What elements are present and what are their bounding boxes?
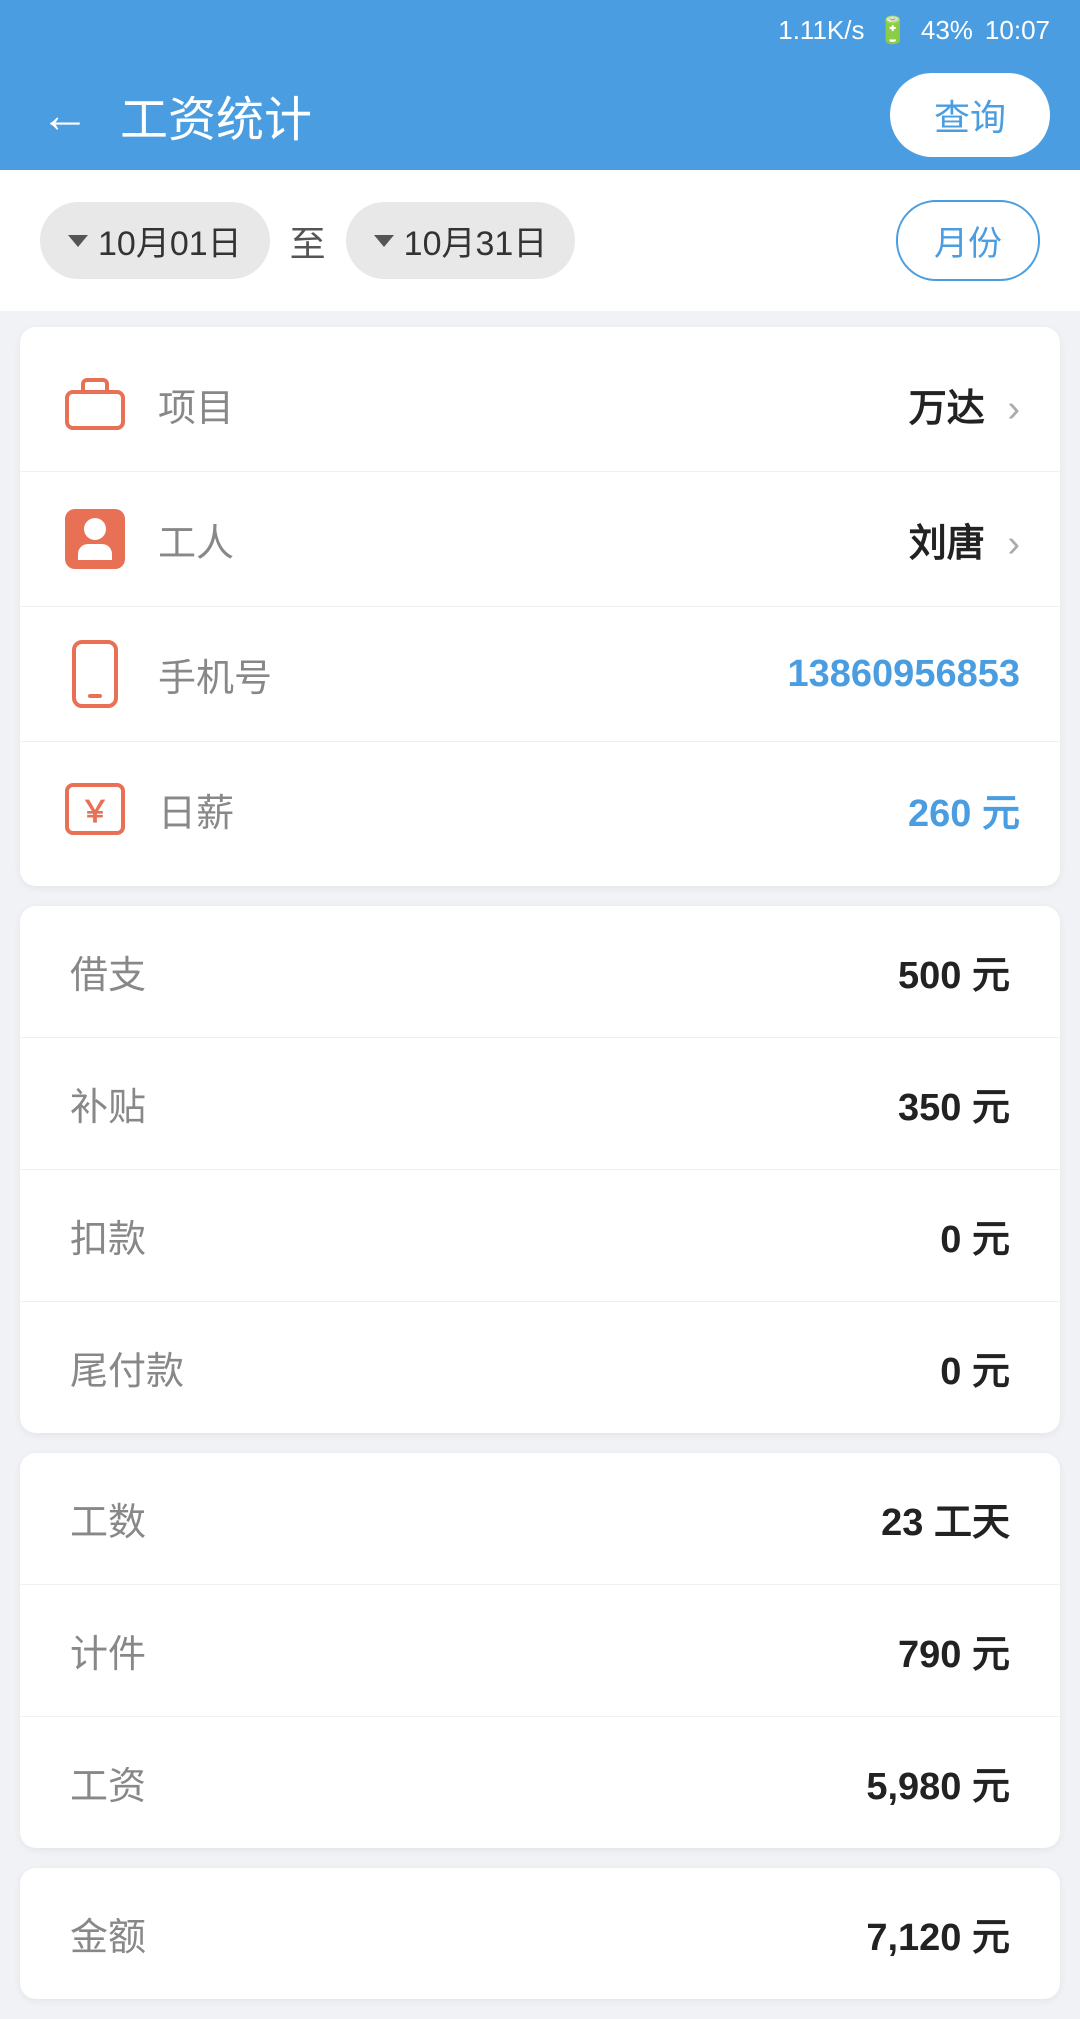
total-amount-row: 金额 7,120 元 bbox=[20, 1868, 1060, 1999]
daily-salary-label: 日薪 bbox=[158, 782, 908, 837]
nav-bar: ← 工资统计 查询 bbox=[0, 60, 1080, 170]
worker-row[interactable]: 工人 刘唐 › bbox=[20, 472, 1060, 607]
salary-label: 工资 bbox=[70, 1755, 146, 1810]
loan-value: 500 元 bbox=[898, 944, 1010, 999]
page-title: 工资统计 bbox=[120, 80, 890, 150]
piecework-row: 计件 790 元 bbox=[20, 1585, 1060, 1717]
deduction-row: 扣款 0 元 bbox=[20, 1170, 1060, 1302]
piecework-label: 计件 bbox=[70, 1623, 146, 1678]
salary-value: 5,980 元 bbox=[866, 1755, 1010, 1810]
briefcase-icon bbox=[60, 369, 130, 439]
phone-label: 手机号 bbox=[158, 647, 788, 702]
month-button[interactable]: 月份 bbox=[896, 200, 1040, 281]
query-button[interactable]: 查询 bbox=[890, 73, 1050, 157]
deduction-value: 0 元 bbox=[940, 1208, 1010, 1263]
money-icon: ￥ bbox=[60, 774, 130, 844]
piecework-value: 790 元 bbox=[898, 1623, 1010, 1678]
chevron-down-icon bbox=[68, 235, 88, 247]
total-amount-label: 金额 bbox=[70, 1906, 146, 1961]
project-label: 项目 bbox=[158, 377, 909, 432]
subsidy-row: 补贴 350 元 bbox=[20, 1038, 1060, 1170]
final-payment-value: 0 元 bbox=[940, 1340, 1010, 1395]
end-date-picker[interactable]: 10月31日 bbox=[346, 202, 576, 279]
daily-salary-row: ￥ 日薪 260 元 bbox=[20, 742, 1060, 876]
project-value: 万达 › bbox=[909, 377, 1020, 432]
project-row[interactable]: 项目 万达 › bbox=[20, 337, 1060, 472]
back-button[interactable]: ← bbox=[30, 76, 100, 154]
workdays-label: 工数 bbox=[70, 1491, 146, 1546]
start-date-label: 10月01日 bbox=[98, 216, 242, 265]
loan-label: 借支 bbox=[70, 944, 146, 999]
final-payment-label: 尾付款 bbox=[70, 1340, 184, 1395]
subsidy-label: 补贴 bbox=[70, 1076, 146, 1131]
workdays-value: 23 工天 bbox=[881, 1491, 1010, 1546]
info-card: 项目 万达 › 工人 刘唐 › 手机号 13860956853 ￥ 日薪 260… bbox=[20, 327, 1060, 886]
phone-row: 手机号 13860956853 bbox=[20, 607, 1060, 742]
workdays-row: 工数 23 工天 bbox=[20, 1453, 1060, 1585]
summary-section-3: 金额 7,120 元 bbox=[20, 1868, 1060, 1999]
final-payment-row: 尾付款 0 元 bbox=[20, 1302, 1060, 1433]
summary-section-1: 借支 500 元 补贴 350 元 扣款 0 元 尾付款 0 元 bbox=[20, 906, 1060, 1433]
phone-value: 13860956853 bbox=[788, 653, 1020, 696]
phone-icon bbox=[60, 639, 130, 709]
worker-label: 工人 bbox=[158, 512, 909, 567]
battery-icon: 🔋 bbox=[877, 15, 909, 46]
date-separator: 至 bbox=[290, 215, 326, 267]
subsidy-value: 350 元 bbox=[898, 1076, 1010, 1131]
battery-percent: 43% bbox=[921, 15, 973, 46]
worker-value: 刘唐 › bbox=[909, 512, 1020, 567]
filter-bar: 10月01日 至 10月31日 月份 bbox=[0, 170, 1080, 311]
chevron-down-icon bbox=[374, 235, 394, 247]
status-bar: 1.11K/s 🔋 43% 10:07 bbox=[0, 0, 1080, 60]
salary-row: 工资 5,980 元 bbox=[20, 1717, 1060, 1848]
network-speed: 1.11K/s bbox=[778, 15, 864, 46]
summary-section-2: 工数 23 工天 计件 790 元 工资 5,980 元 bbox=[20, 1453, 1060, 1848]
start-date-picker[interactable]: 10月01日 bbox=[40, 202, 270, 279]
deduction-label: 扣款 bbox=[70, 1208, 146, 1263]
person-icon bbox=[60, 504, 130, 574]
time: 10:07 bbox=[985, 15, 1050, 46]
total-amount-value: 7,120 元 bbox=[866, 1906, 1010, 1961]
end-date-label: 10月31日 bbox=[404, 216, 548, 265]
loan-row: 借支 500 元 bbox=[20, 906, 1060, 1038]
daily-salary-value: 260 元 bbox=[908, 782, 1020, 837]
